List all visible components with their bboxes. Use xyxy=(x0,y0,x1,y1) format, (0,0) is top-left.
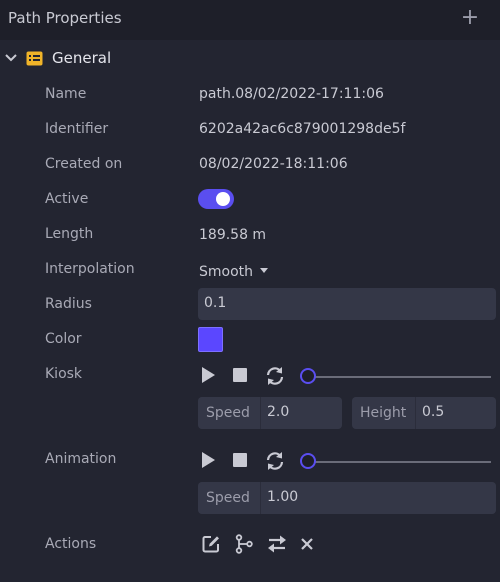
stop-icon xyxy=(233,453,247,467)
play-icon xyxy=(202,367,215,383)
kiosk-height-value: 0.5 xyxy=(416,397,496,429)
section-general-label: General xyxy=(52,49,112,67)
name-value: path.08/02/2022-17:11:06 xyxy=(199,86,384,102)
loop-icon xyxy=(266,451,283,470)
active-label: Active xyxy=(45,191,89,207)
radius-input[interactable]: 0.1 xyxy=(198,288,496,320)
kiosk-slider-track[interactable] xyxy=(309,376,491,378)
delete-button[interactable] xyxy=(296,533,318,555)
active-toggle-knob xyxy=(216,192,230,206)
swap-button[interactable] xyxy=(266,533,288,555)
animation-speed-input[interactable]: Speed 1.00 xyxy=(198,482,496,514)
animation-speed-value: 1.00 xyxy=(261,482,496,514)
interpolation-label: Interpolation xyxy=(45,261,135,277)
active-toggle[interactable] xyxy=(198,189,234,209)
identifier-label: Identifier xyxy=(45,121,109,137)
kiosk-speed-input[interactable]: Speed 2.0 xyxy=(198,397,342,429)
panel-title: Path Properties xyxy=(8,9,122,27)
animation-stop-button[interactable] xyxy=(231,451,249,469)
chevron-down-icon xyxy=(5,54,17,62)
interpolation-value: Smooth xyxy=(199,264,254,280)
kiosk-height-label: Height xyxy=(352,397,415,429)
length-label: Length xyxy=(45,226,94,242)
section-general-header[interactable]: General xyxy=(0,48,500,70)
kiosk-label: Kiosk xyxy=(45,366,83,382)
edit-button[interactable] xyxy=(200,533,222,555)
interpolation-select[interactable]: Smooth xyxy=(199,261,269,280)
swap-icon xyxy=(268,535,286,553)
identifier-value: 6202a42ac6c879001298de5f xyxy=(199,121,406,137)
created-on-label: Created on xyxy=(45,156,123,172)
branch-icon xyxy=(235,534,253,554)
kiosk-height-input[interactable]: Height 0.5 xyxy=(352,397,496,429)
kiosk-play-button[interactable] xyxy=(199,366,217,384)
animation-loop-button[interactable] xyxy=(264,450,285,471)
animation-play-button[interactable] xyxy=(199,451,217,469)
close-icon xyxy=(301,538,313,550)
actions-label: Actions xyxy=(45,536,97,552)
branch-button[interactable] xyxy=(233,533,255,555)
radius-label: Radius xyxy=(45,296,92,312)
animation-slider-thumb[interactable] xyxy=(300,453,316,469)
caret-down-icon xyxy=(260,268,269,273)
color-label: Color xyxy=(45,331,82,347)
add-button[interactable]: + xyxy=(460,7,480,29)
color-swatch[interactable] xyxy=(198,327,223,352)
kiosk-loop-button[interactable] xyxy=(264,365,285,386)
list-icon xyxy=(26,51,43,66)
stop-icon xyxy=(233,368,247,382)
created-on-value: 08/02/2022-18:11:06 xyxy=(199,156,348,172)
play-icon xyxy=(202,452,215,468)
radius-value: 0.1 xyxy=(204,295,227,311)
loop-icon xyxy=(266,366,283,385)
length-value: 189.58 m xyxy=(199,227,267,243)
kiosk-speed-value: 2.0 xyxy=(261,397,342,429)
edit-icon xyxy=(202,536,219,553)
panel-header: Path Properties + xyxy=(0,0,500,40)
kiosk-slider-thumb[interactable] xyxy=(300,368,316,384)
kiosk-speed-label: Speed xyxy=(198,397,260,429)
name-label: Name xyxy=(45,86,87,102)
animation-slider-track[interactable] xyxy=(309,461,491,463)
animation-speed-label: Speed xyxy=(198,482,260,514)
kiosk-stop-button[interactable] xyxy=(231,366,249,384)
animation-label: Animation xyxy=(45,451,117,467)
